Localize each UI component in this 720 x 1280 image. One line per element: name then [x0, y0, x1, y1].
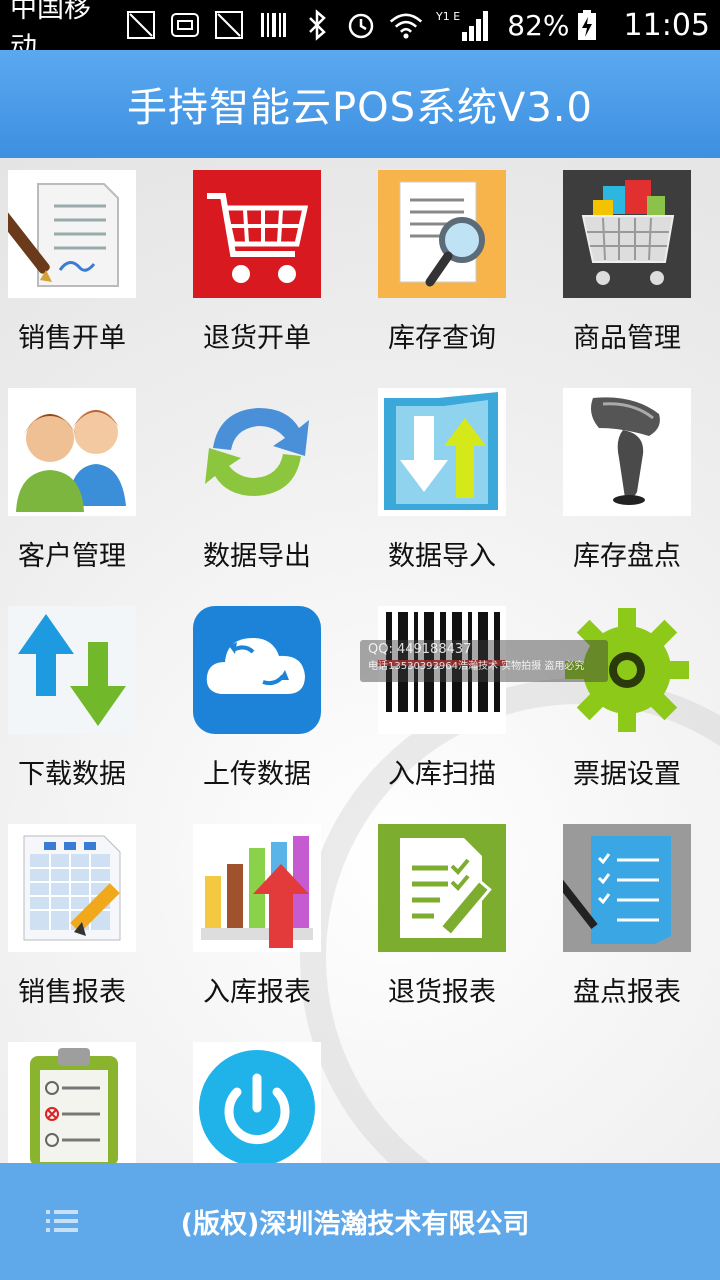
copyright-text: (版权)深圳浩瀚技术有限公司: [180, 1209, 530, 1240]
watermark-qq: QQ: 449188437: [368, 642, 472, 657]
menu-item-product-management[interactable]: 商品管理: [555, 170, 720, 388]
menu-item-sales-report[interactable]: 销售报表: [0, 824, 185, 1042]
bar-chart-arrow-icon: [193, 824, 321, 952]
menu-item-label: 票据设置: [573, 759, 681, 790]
battery-charging-icon: [576, 8, 598, 42]
clipboard-checklist-icon: [8, 1042, 136, 1163]
sim-off-icon: [213, 8, 245, 42]
main-menu: 销售开单 退货开单 库存查询 商品管理 客户管理 数据导出 数据导入 库存盘点 …: [0, 158, 720, 1163]
footer-bar: (版权)深圳浩瀚技术有限公司: [0, 1163, 720, 1280]
battery-percent: 82%: [507, 8, 570, 42]
document-edit-icon: [378, 824, 506, 952]
bluetooth-icon: [301, 8, 333, 42]
watermark-contact: 电话13530393964浩瀚技术 实物拍摄 盗用必究: [368, 661, 585, 672]
signal-icon: Y1 E: [435, 8, 495, 42]
menu-item-data-import[interactable]: 数据导入: [370, 388, 555, 606]
up-down-arrows-icon: [8, 606, 136, 734]
checklist-pen-icon: [563, 824, 691, 952]
menu-item-label: 销售开单: [18, 323, 126, 354]
spreadsheet-pencil-icon: [8, 824, 136, 952]
watermark-overlay: QQ: 449188437 电话13530393964浩瀚技术 实物拍摄 盗用必…: [360, 640, 608, 682]
shopping-cart-icon: [193, 170, 321, 298]
cloud-upload-icon: [193, 606, 321, 734]
menu-item-label: 上传数据: [203, 759, 311, 790]
menu-item-return-order[interactable]: 退货开单: [185, 170, 370, 388]
menu-item-label: 库存查询: [388, 323, 496, 354]
menu-item-download-data[interactable]: 下载数据: [0, 606, 185, 824]
menu-item-label: 数据导出: [203, 541, 311, 572]
clock: 11:05: [623, 7, 710, 43]
menu-item-sales-order[interactable]: 销售开单: [0, 170, 185, 388]
menu-item-inbound-scan[interactable]: 入库扫描: [370, 606, 555, 824]
menu-item-label: 入库扫描: [388, 759, 496, 790]
menu-item-label: 数据导入: [388, 541, 496, 572]
folder-import-icon: [378, 388, 506, 516]
barcode-scanner-icon: [563, 388, 691, 516]
menu-item-customer-management[interactable]: 客户管理: [0, 388, 185, 606]
sim-off-icon: [126, 8, 158, 42]
menu-item-data-export[interactable]: 数据导出: [185, 388, 370, 606]
refresh-arrows-icon: [193, 388, 321, 516]
menu-item-label: 退货开单: [203, 323, 311, 354]
menu-item-label: 入库报表: [203, 977, 311, 1008]
menu-item-label: 销售报表: [18, 977, 126, 1008]
menu-item-label: 盘点报表: [573, 977, 681, 1008]
barcode-icon: [257, 8, 289, 42]
menu-item-stocktake-report[interactable]: 盘点报表: [555, 824, 720, 1042]
menu-item-exit[interactable]: [185, 1042, 370, 1163]
title-bar: 手持智能云POS系统V3.0: [0, 50, 720, 158]
menu-item-label: 库存盘点: [573, 541, 681, 572]
page-title: 手持智能云POS系统V3.0: [127, 85, 593, 131]
menu-item-label: 退货报表: [388, 977, 496, 1008]
customers-icon: [8, 388, 136, 516]
status-bar: 中国移动 Y1 E 82% 11:05: [0, 0, 720, 63]
menu-item-return-report[interactable]: 退货报表: [370, 824, 555, 1042]
menu-item-stock-query[interactable]: 库存查询: [370, 170, 555, 388]
menu-item-label: 下载数据: [18, 759, 126, 790]
menu-item-checklist[interactable]: [0, 1042, 185, 1163]
wifi-icon: [389, 8, 423, 42]
power-icon: [193, 1042, 321, 1163]
menu-item-label: 客户管理: [18, 541, 126, 572]
menu-item-receipt-settings[interactable]: 票据设置: [555, 606, 720, 824]
inventory-search-icon: [378, 170, 506, 298]
mail-icon: [169, 8, 201, 42]
gift-cart-icon: [563, 170, 691, 298]
menu-item-stocktaking[interactable]: 库存盘点: [555, 388, 720, 606]
alarm-icon: [345, 8, 377, 42]
sales-invoice-icon: [8, 170, 136, 298]
menu-item-label: 商品管理: [573, 323, 681, 354]
menu-item-upload-data[interactable]: 上传数据: [185, 606, 370, 824]
svg-text:Y1 E: Y1 E: [436, 10, 460, 23]
menu-item-inbound-report[interactable]: 入库报表: [185, 824, 370, 1042]
